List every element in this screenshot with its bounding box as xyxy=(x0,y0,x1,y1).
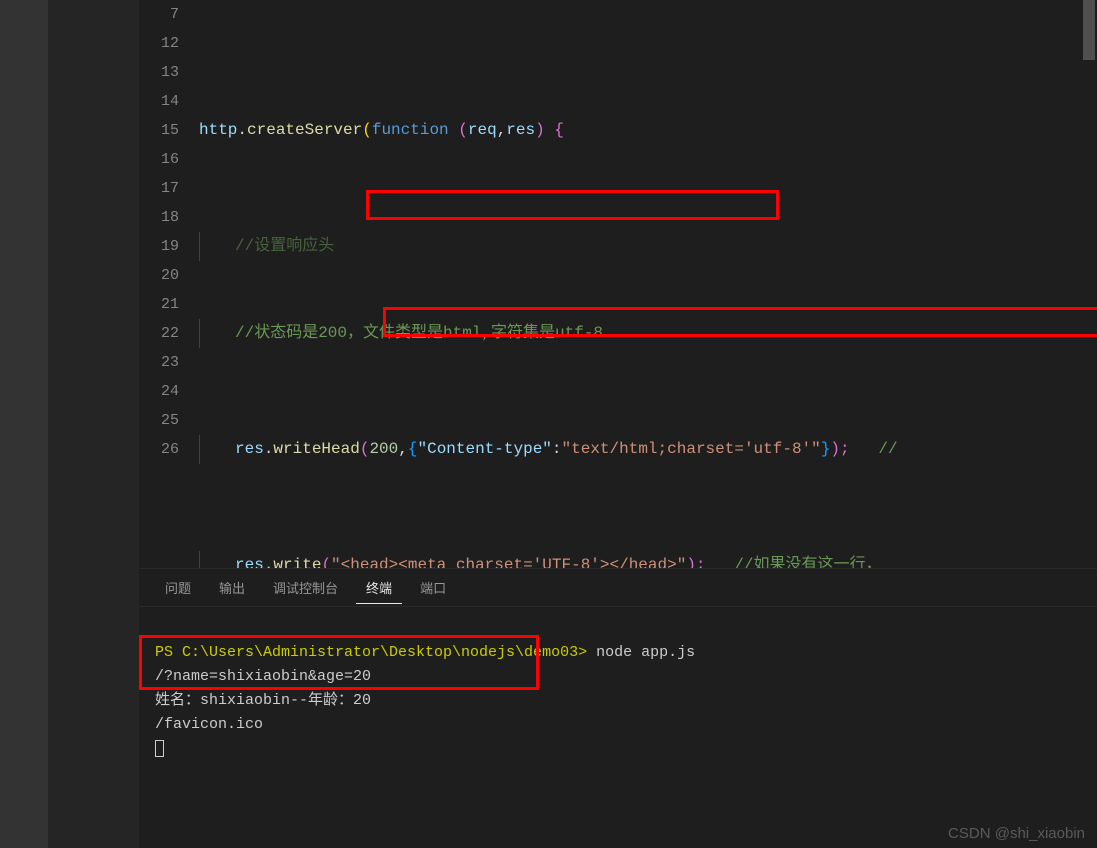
tab-ports[interactable]: 端口 xyxy=(410,572,456,603)
code-line: //状态码是200，文件类型是html,字符集是utf-8 xyxy=(199,319,1097,348)
terminal-cursor xyxy=(155,740,164,757)
editor-area[interactable]: 7 12 13 14 15 16 17 18 19 20 21 22 23 24… xyxy=(139,0,1097,568)
line-number: 16 xyxy=(139,145,179,174)
code-content[interactable]: http.createServer(function (req,res) { /… xyxy=(199,0,1097,568)
line-number: 22 xyxy=(139,319,179,348)
code-line: //设置响应头 xyxy=(199,232,1097,261)
panel-tabs: 问题 输出 调试控制台 终端 端口 xyxy=(139,569,1097,607)
tab-output[interactable]: 输出 xyxy=(209,572,255,603)
code-line: res.write("<head><meta charset='UTF-8'><… xyxy=(199,551,1097,568)
line-number: 26 xyxy=(139,435,179,464)
watermark-text: CSDN @shi_xiaobin xyxy=(948,825,1085,842)
terminal-line: /?name=shixiaobin&age=20 xyxy=(155,668,371,685)
line-number-gutter: 7 12 13 14 15 16 17 18 19 20 21 22 23 24… xyxy=(139,0,199,568)
main-column: 7 12 13 14 15 16 17 18 19 20 21 22 23 24… xyxy=(139,0,1097,848)
terminal-panel[interactable]: 问题 输出 调试控制台 终端 端口 PS C:\Users\Administra… xyxy=(139,568,1097,848)
line-number: 17 xyxy=(139,174,179,203)
line-number: 7 xyxy=(139,0,179,29)
line-number: 13 xyxy=(139,58,179,87)
line-number: 25 xyxy=(139,406,179,435)
line-number: 19 xyxy=(139,232,179,261)
line-number: 20 xyxy=(139,261,179,290)
terminal-body[interactable]: PS C:\Users\Administrator\Desktop\nodejs… xyxy=(139,607,1097,848)
line-number: 24 xyxy=(139,377,179,406)
line-number: 15 xyxy=(139,116,179,145)
line-number: 12 xyxy=(139,29,179,58)
line-number: 23 xyxy=(139,348,179,377)
tab-debug-console[interactable]: 调试控制台 xyxy=(263,572,348,603)
tab-terminal[interactable]: 终端 xyxy=(356,572,402,604)
line-number: 21 xyxy=(139,290,179,319)
terminal-line: PS C:\Users\Administrator\Desktop\nodejs… xyxy=(155,644,695,661)
activity-bar[interactable] xyxy=(0,0,48,848)
tab-problems[interactable]: 问题 xyxy=(155,572,201,603)
code-line: res.writeHead(200,{"Content-type":"text/… xyxy=(199,435,1097,464)
terminal-line: /favicon.ico xyxy=(155,716,263,733)
terminal-line: 姓名：shixiaobin--年龄：20 xyxy=(155,692,371,709)
line-number: 14 xyxy=(139,87,179,116)
explorer-sidebar[interactable] xyxy=(48,0,139,848)
scrollbar-thumb[interactable] xyxy=(1083,0,1095,60)
line-number: 18 xyxy=(139,203,179,232)
code-line: http.createServer(function (req,res) { xyxy=(199,116,1097,145)
